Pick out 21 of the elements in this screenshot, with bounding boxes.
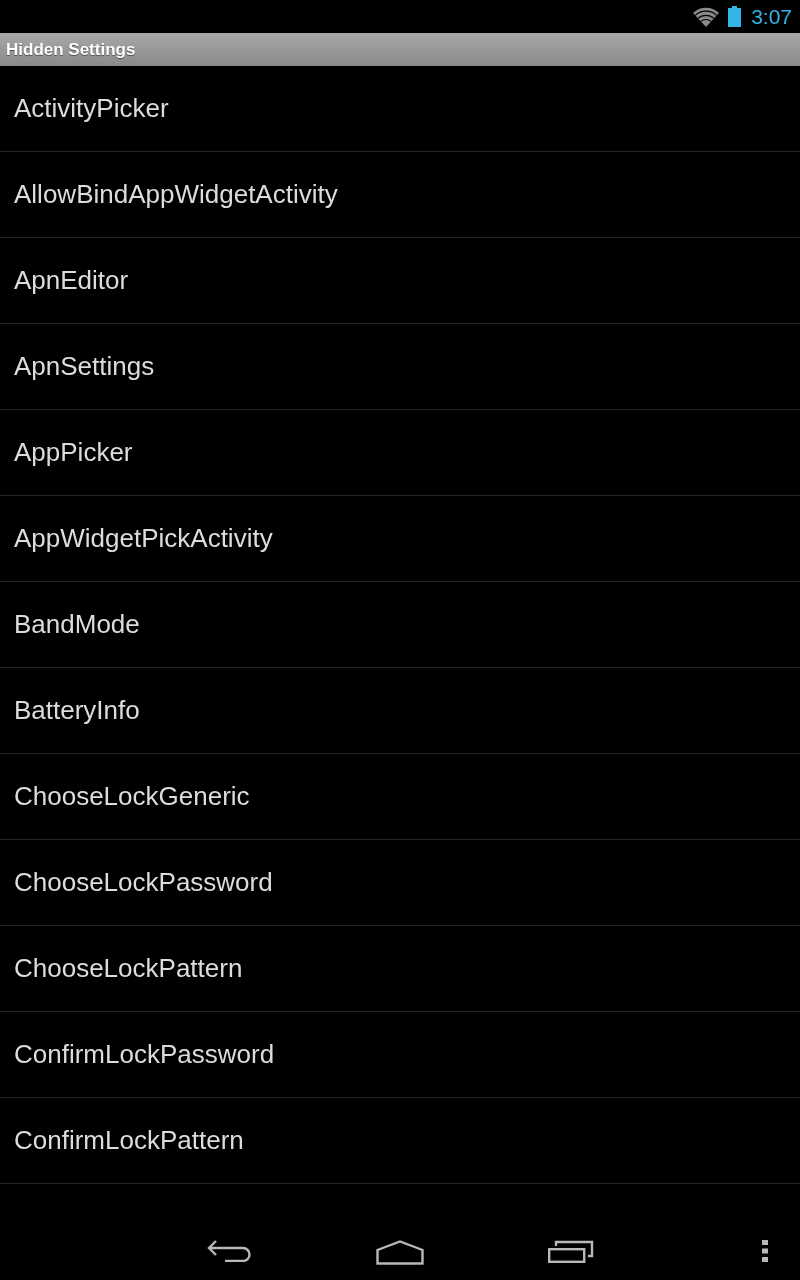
settings-list-item[interactable]: ConfirmLockPassword (0, 1012, 800, 1098)
settings-list-item[interactable]: ChooseLockPassword (0, 840, 800, 926)
settings-list-item[interactable]: AppPicker (0, 410, 800, 496)
settings-list-item[interactable]: ActivityPicker (0, 66, 800, 152)
settings-list-item[interactable]: AllowBindAppWidgetActivity (0, 152, 800, 238)
battery-icon (728, 6, 742, 27)
overflow-menu-icon (762, 1240, 768, 1262)
clock-time: 3:07 (751, 4, 792, 29)
settings-list-item[interactable]: ChooseLockGeneric (0, 754, 800, 840)
app-title: Hidden Settings (6, 39, 136, 60)
settings-list-item[interactable]: ApnSettings (0, 324, 800, 410)
home-icon (376, 1240, 424, 1265)
settings-list-item[interactable]: ConfirmLockPattern (0, 1098, 800, 1184)
recent-apps-icon (548, 1240, 594, 1263)
back-arrow-icon (207, 1240, 251, 1262)
wifi-icon (693, 6, 720, 27)
settings-list-item[interactable]: AppWidgetPickActivity (0, 496, 800, 582)
settings-list-item[interactable]: BatteryInfo (0, 668, 800, 754)
settings-list-item[interactable]: BandMode (0, 582, 800, 668)
settings-list-item[interactable]: ChooseLockPattern (0, 926, 800, 1012)
settings-list-item[interactable]: ApnEditor (0, 238, 800, 324)
